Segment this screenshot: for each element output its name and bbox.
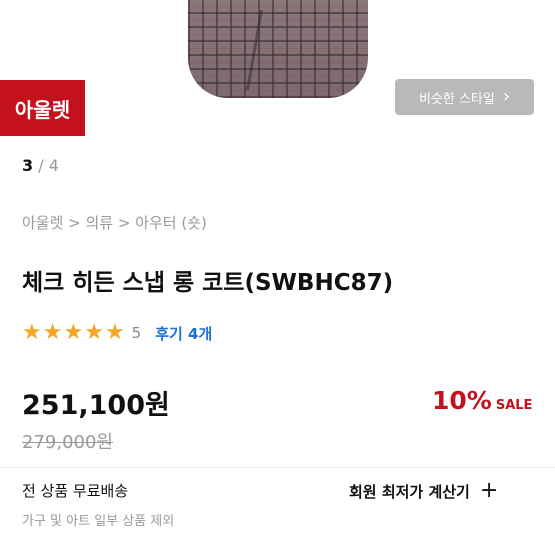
similar-style-label: 비슷한 스타일 <box>418 91 495 107</box>
chevron-right-icon: › <box>502 86 511 107</box>
original-price: 279,000원 <box>22 432 113 453</box>
discount-badge: 10% SALE <box>432 386 532 415</box>
divider <box>0 467 555 468</box>
rating-row: ★ ★ ★ ★ ★ 5 후기 4개 <box>22 322 212 344</box>
outlet-badge: 아울렛 <box>0 80 85 136</box>
product-image <box>188 0 368 98</box>
rating-value: 5 <box>131 324 142 342</box>
star-icon: ★ <box>104 320 125 345</box>
shipping-note: 가구 및 아트 일부 상품 제외 <box>22 514 175 529</box>
similar-style-button[interactable]: 비슷한 스타일 › <box>395 79 534 115</box>
product-image-area[interactable]: 아울렛 비슷한 스타일 › <box>0 0 555 150</box>
image-pager: 3 / 4 <box>22 156 59 175</box>
discount-percent: 10% <box>432 386 492 415</box>
star-icon: ★ <box>42 320 63 345</box>
star-icon: ★ <box>22 320 42 345</box>
star-icon: ★ <box>84 320 104 345</box>
calculator-label: 회원 최저가 계산기 <box>349 482 470 501</box>
product-title: 체크 히든 스냅 롱 코트(SWBHC87) <box>22 270 394 296</box>
free-shipping-title: 전 상품 무료배송 <box>22 482 129 500</box>
plus-icon: + <box>479 478 499 503</box>
breadcrumb[interactable]: 아울렛 > 의류 > 아우터 (숏) <box>22 212 207 233</box>
pager-current: 3 <box>22 156 34 175</box>
star-icon: ★ <box>63 320 84 345</box>
sale-label: SALE <box>495 398 533 413</box>
reviews-link[interactable]: 후기 4개 <box>155 323 212 344</box>
sale-price: 251,100원 <box>22 390 170 421</box>
member-price-calculator-button[interactable]: 회원 최저가 계산기 + <box>349 480 498 502</box>
pager-total: / 4 <box>38 156 59 175</box>
